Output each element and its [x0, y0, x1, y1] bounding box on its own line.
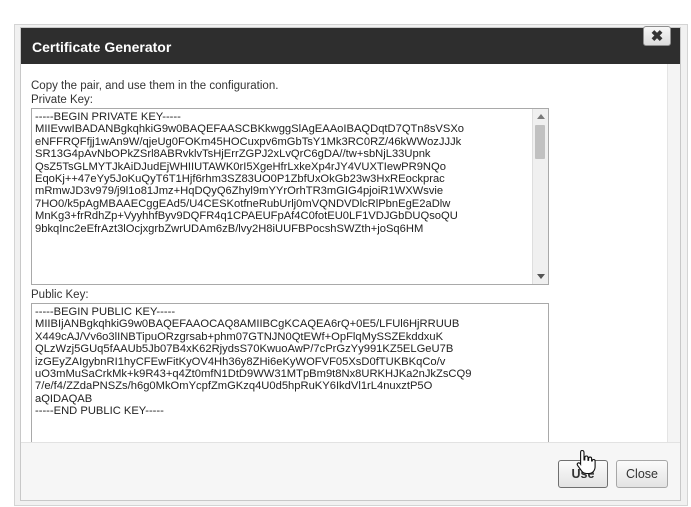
- dialog-title: Certificate Generator: [32, 39, 172, 55]
- public-key-label: Public Key:: [31, 289, 89, 301]
- hand-pointer-cursor-icon: [576, 449, 596, 475]
- scroll-down-arrow-icon[interactable]: [537, 274, 545, 279]
- close-button[interactable]: Close: [616, 460, 668, 488]
- dialog-titlebar: Certificate Generator ✖: [21, 26, 680, 64]
- public-key-textarea[interactable]: -----BEGIN PUBLIC KEY----- MIIBIjANBgkqh…: [31, 303, 549, 442]
- instructions-text: Copy the pair, and use them in the confi…: [31, 80, 279, 92]
- dialog-body: Copy the pair, and use them in the confi…: [21, 64, 680, 442]
- certificate-generator-dialog: Certificate Generator ✖ Copy the pair, a…: [20, 26, 681, 501]
- dialog-body-scrollbar[interactable]: [667, 64, 680, 442]
- close-x-button[interactable]: ✖: [643, 26, 671, 46]
- private-key-textarea[interactable]: -----BEGIN PRIVATE KEY----- MIIEvwIBADAN…: [31, 108, 549, 285]
- private-key-label: Private Key:: [31, 94, 93, 106]
- public-key-text: -----BEGIN PUBLIC KEY----- MIIBIjANBgkqh…: [35, 306, 472, 418]
- scroll-up-arrow-icon[interactable]: [537, 114, 545, 119]
- close-icon: ✖: [650, 28, 664, 45]
- private-key-scroll-thumb[interactable]: [535, 125, 545, 159]
- private-key-scrollbar[interactable]: [532, 109, 548, 284]
- private-key-text: -----BEGIN PRIVATE KEY----- MIIEvwIBADAN…: [35, 111, 465, 235]
